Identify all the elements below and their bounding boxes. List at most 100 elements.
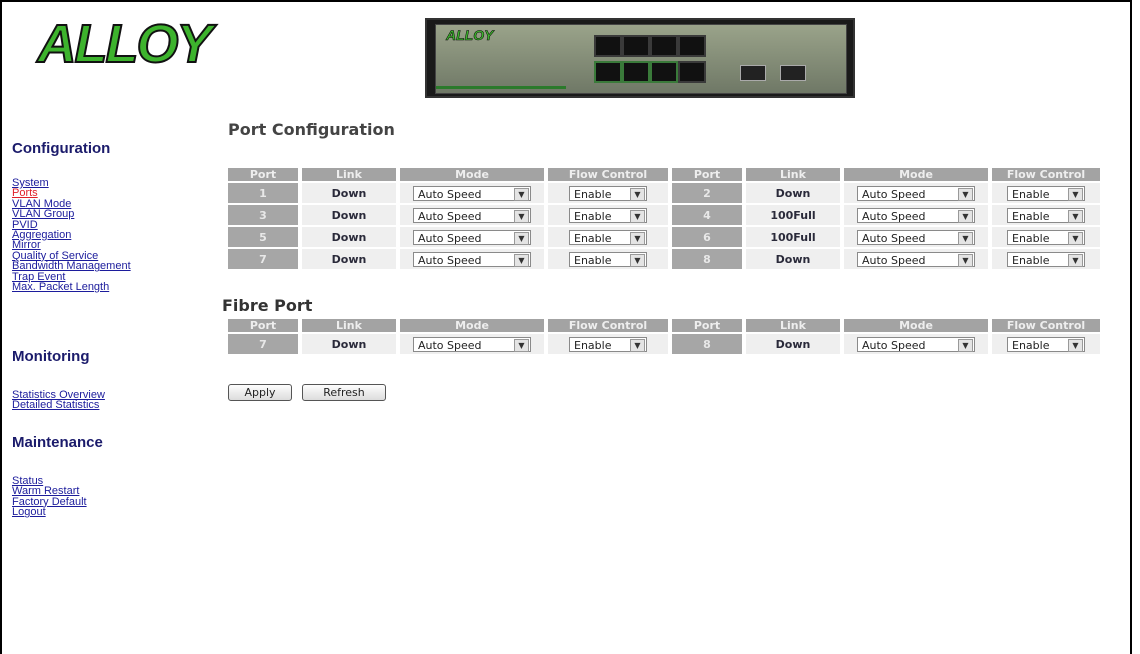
mode-select[interactable]: Auto Speed ▼: [857, 336, 975, 352]
flow-control-select[interactable]: Enable ▼: [569, 336, 647, 352]
port-number: 2: [672, 183, 742, 203]
port-config-table: Port Link Mode Flow Control Port Link Mo…: [224, 166, 1104, 271]
flow-cell: Enable ▼: [992, 334, 1100, 354]
flow-cell: Enable ▼: [992, 205, 1100, 225]
mode-select[interactable]: Auto Speed ▼: [857, 229, 975, 245]
rj45-port-icon: [678, 35, 706, 57]
mode-select[interactable]: Auto Speed ▼: [857, 207, 975, 223]
mode-cell: Auto Speed ▼: [400, 205, 544, 225]
chevron-down-icon[interactable]: ▼: [1068, 187, 1083, 201]
chevron-down-icon[interactable]: ▼: [1068, 209, 1083, 223]
chevron-down-icon[interactable]: ▼: [630, 209, 645, 223]
flow-cell: Enable ▼: [548, 334, 668, 354]
flow-control-select[interactable]: Enable ▼: [569, 185, 647, 201]
fibre-port-table: Port Link Mode Flow Control Port Link Mo…: [224, 317, 1104, 356]
apply-button[interactable]: Apply: [228, 384, 292, 401]
mode-select[interactable]: Auto Speed ▼: [413, 185, 531, 201]
chevron-down-icon[interactable]: ▼: [514, 231, 529, 245]
rj45-port-icon: [622, 35, 650, 57]
chevron-down-icon[interactable]: ▼: [958, 253, 973, 267]
mode-select[interactable]: Auto Speed ▼: [857, 185, 975, 201]
link-status: Down: [746, 183, 840, 203]
nav-detailed-statistics[interactable]: Detailed Statistics: [12, 400, 105, 411]
alloy-logo: ALLOY: [28, 10, 220, 78]
link-status: Down: [746, 334, 840, 354]
col-header-mode: Mode: [844, 168, 988, 181]
refresh-button[interactable]: Refresh: [302, 384, 386, 401]
chevron-down-icon[interactable]: ▼: [1068, 338, 1083, 352]
link-status: Down: [302, 249, 396, 269]
port-number: 5: [228, 227, 298, 247]
mode-select[interactable]: Auto Speed ▼: [413, 251, 531, 267]
select-value: Auto Speed: [418, 253, 482, 267]
table-row: 7 Down Auto Speed ▼ Enable ▼ 8 Down Auto Speed ▼ E…: [228, 334, 1100, 354]
chevron-down-icon[interactable]: ▼: [514, 253, 529, 267]
mode-select[interactable]: Auto Speed ▼: [413, 207, 531, 223]
chevron-down-icon[interactable]: ▼: [958, 209, 973, 223]
flow-control-select[interactable]: Enable ▼: [1007, 336, 1085, 352]
select-value: Auto Speed: [862, 253, 926, 267]
chevron-down-icon[interactable]: ▼: [1068, 231, 1083, 245]
col-header-port: Port: [228, 319, 298, 332]
maintenance-heading: Maintenance: [12, 434, 103, 451]
link-status: 100Full: [746, 227, 840, 247]
chevron-down-icon[interactable]: ▼: [630, 231, 645, 245]
col-header-flow-control: Flow Control: [548, 319, 668, 332]
configuration-heading: Configuration: [12, 140, 111, 157]
flow-control-select[interactable]: Enable ▼: [569, 229, 647, 245]
table-header-row: Port Link Mode Flow Control Port Link Mo…: [228, 168, 1100, 181]
port-number: 4: [672, 205, 742, 225]
chevron-down-icon[interactable]: ▼: [514, 187, 529, 201]
chevron-down-icon[interactable]: ▼: [514, 209, 529, 223]
chevron-down-icon[interactable]: ▼: [630, 187, 645, 201]
flow-cell: Enable ▼: [548, 205, 668, 225]
flow-control-select[interactable]: Enable ▼: [569, 207, 647, 223]
mode-select[interactable]: Auto Speed ▼: [413, 336, 531, 352]
rj45-port-icon: [594, 35, 622, 57]
port-number: 8: [672, 334, 742, 354]
flow-cell: Enable ▼: [548, 183, 668, 203]
mode-select[interactable]: Auto Speed ▼: [413, 229, 531, 245]
select-value: Enable: [574, 231, 612, 245]
col-header-mode: Mode: [844, 319, 988, 332]
select-value: Enable: [574, 253, 612, 267]
logo-text: ALLOY: [37, 13, 214, 75]
chevron-down-icon[interactable]: ▼: [958, 231, 973, 245]
fibre-port-title: Fibre Port: [222, 296, 313, 315]
device-brand: ALLOY: [446, 27, 494, 44]
rj45-port-icon: [678, 61, 706, 83]
flow-control-select[interactable]: Enable ▼: [569, 251, 647, 267]
sfp-port-icon: [740, 65, 766, 81]
chevron-down-icon[interactable]: ▼: [630, 253, 645, 267]
select-value: Auto Speed: [862, 338, 926, 352]
flow-control-select[interactable]: Enable ▼: [1007, 251, 1085, 267]
flow-cell: Enable ▼: [548, 249, 668, 269]
chevron-down-icon[interactable]: ▼: [958, 187, 973, 201]
flow-control-select[interactable]: Enable ▼: [1007, 229, 1085, 245]
flow-cell: Enable ▼: [548, 227, 668, 247]
chevron-down-icon[interactable]: ▼: [514, 338, 529, 352]
page-title: Port Configuration: [228, 120, 395, 139]
nav-logout[interactable]: Logout: [12, 506, 87, 517]
select-value: Auto Speed: [862, 231, 926, 245]
chevron-down-icon[interactable]: ▼: [630, 338, 645, 352]
select-value: Enable: [1012, 231, 1050, 245]
device-stripe: [436, 86, 566, 89]
link-status: 100Full: [746, 205, 840, 225]
chevron-down-icon[interactable]: ▼: [958, 338, 973, 352]
chevron-down-icon[interactable]: ▼: [1068, 253, 1083, 267]
link-status: Down: [302, 205, 396, 225]
flow-cell: Enable ▼: [992, 227, 1100, 247]
table-header-row: Port Link Mode Flow Control Port Link Mo…: [228, 319, 1100, 332]
col-header-flow-control: Flow Control: [992, 319, 1100, 332]
table-row: 3 Down Auto Speed ▼ Enable ▼ 4 100Full Auto Spee…: [228, 205, 1100, 225]
select-value: Enable: [1012, 209, 1050, 223]
flow-control-select[interactable]: Enable ▼: [1007, 185, 1085, 201]
flow-control-select[interactable]: Enable ▼: [1007, 207, 1085, 223]
nav-max-packet-length[interactable]: Max. Packet Length: [12, 281, 131, 292]
select-value: Enable: [574, 209, 612, 223]
table-row: 1 Down Auto Speed ▼ Enable ▼ 2 Down Auto Speed ▼ E…: [228, 183, 1100, 203]
col-header-link: Link: [302, 168, 396, 181]
mode-select[interactable]: Auto Speed ▼: [857, 251, 975, 267]
select-value: Auto Speed: [418, 338, 482, 352]
